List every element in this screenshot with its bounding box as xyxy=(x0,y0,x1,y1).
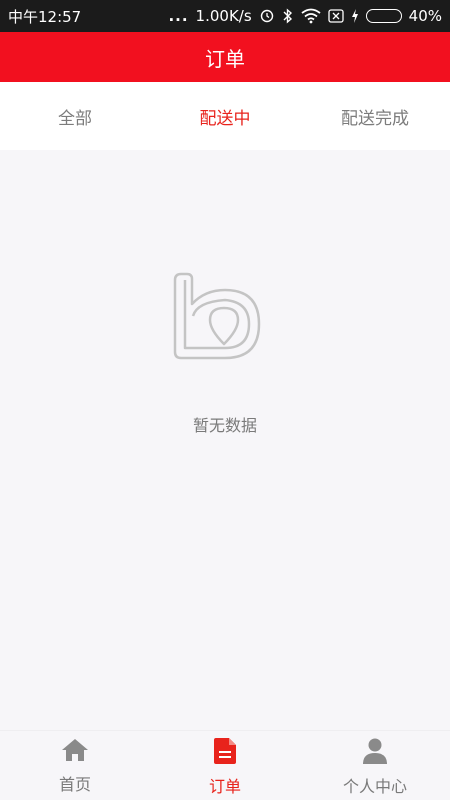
nav-home-label: 首页 xyxy=(58,775,91,794)
sim-x-icon xyxy=(328,9,344,23)
tab-bar: 全部 配送中 配送完成 xyxy=(0,82,450,150)
tab-all[interactable]: 全部 xyxy=(0,82,150,150)
order-list-area: 暂无数据 xyxy=(0,150,450,730)
battery-percent: 40% xyxy=(408,7,442,25)
charging-icon xyxy=(351,9,359,23)
page-title: 订单 xyxy=(205,46,245,71)
status-right-group: ... 1.00K/s 40% xyxy=(168,7,442,25)
nav-orders[interactable]: 订单 xyxy=(150,731,300,800)
bottom-nav: 首页 订单 个人中心 xyxy=(0,730,450,800)
battery-icon xyxy=(365,9,402,23)
wifi-icon xyxy=(301,8,321,24)
person-icon xyxy=(362,738,388,768)
home-icon xyxy=(61,738,89,766)
status-speed: 1.00K/s xyxy=(195,7,252,25)
alarm-icon xyxy=(259,8,275,24)
order-document-icon xyxy=(213,738,237,768)
brand-b-logo-icon xyxy=(173,272,277,380)
status-dots: ... xyxy=(168,7,189,25)
status-bar: 中午12:57 ... 1.00K/s 40% xyxy=(0,0,450,32)
bluetooth-icon xyxy=(282,8,294,24)
status-time: 中午12:57 xyxy=(8,7,82,26)
empty-state-message: 暂无数据 xyxy=(192,416,257,435)
nav-home[interactable]: 首页 xyxy=(0,731,150,800)
nav-profile[interactable]: 个人中心 xyxy=(300,731,450,800)
tab-delivering[interactable]: 配送中 xyxy=(150,82,300,150)
tab-delivered[interactable]: 配送完成 xyxy=(300,82,450,150)
nav-orders-label: 订单 xyxy=(208,777,241,796)
nav-profile-label: 个人中心 xyxy=(342,777,407,796)
header-bar: 订单 xyxy=(0,32,450,82)
